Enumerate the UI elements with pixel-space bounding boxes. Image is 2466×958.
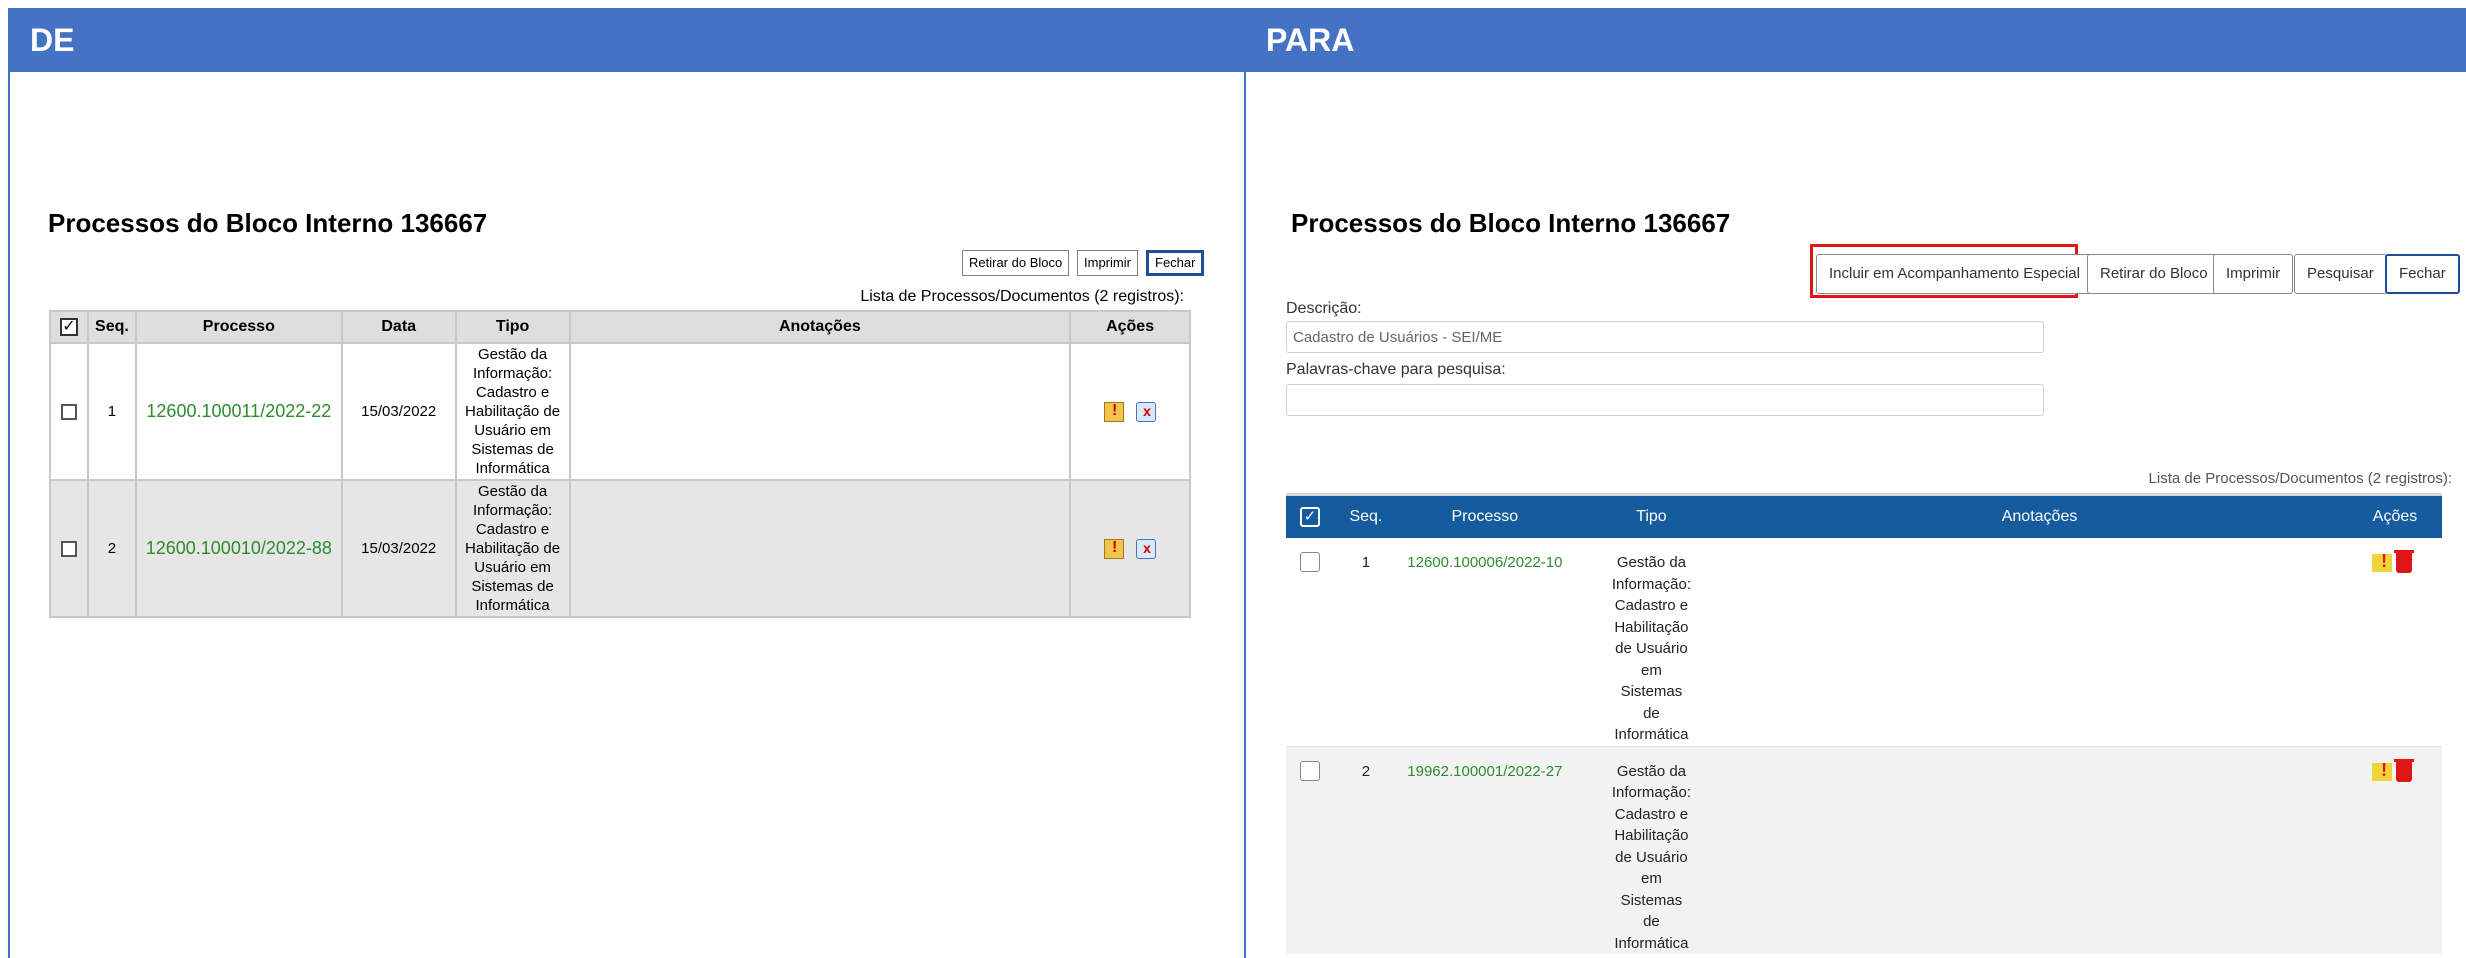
col-tipo: Tipo [1571,493,1732,538]
imprimir-button[interactable]: Imprimir [2213,254,2294,294]
row-data: 15/03/2022 [340,479,457,618]
remove-from-block-icon[interactable] [1136,538,1157,559]
retirar-do-bloco-button[interactable]: Retirar do Bloco [962,250,1070,276]
retirar-do-bloco-button[interactable]: Retirar do Bloco [2087,254,2221,294]
row-select-cell [49,342,89,481]
col-processo: Processo [1397,493,1572,538]
panel-after: PARA Processos do Bloco Interno 136667 I… [1246,8,2466,958]
row-acoes [1069,479,1191,618]
process-table: ✓ Seq. Processo Data Tipo Anotações Açõe… [49,310,1191,618]
imprimir-button[interactable]: Imprimir [1077,250,1138,276]
fechar-button[interactable]: Fechar [1146,250,1205,276]
col-acoes: Ações [2348,493,2442,538]
process-table: ✓ Seq. Processo Tipo Anotações Ações 1 1… [1286,493,2442,954]
palavras-chave-field[interactable] [1286,384,2044,416]
row-tipo: Gestão da Informação: Cadastro e Habilit… [1571,538,1732,747]
row-seq: 2 [1333,746,1398,954]
col-seq: Seq. [86,310,137,344]
row-anotacoes [568,342,1072,481]
select-all-header[interactable]: ✓ [49,310,89,344]
fechar-button[interactable]: Fechar [2385,254,2460,294]
trash-icon[interactable] [2394,550,2415,574]
col-seq: Seq. [1333,493,1398,538]
row-seq: 2 [86,479,137,618]
select-all-header[interactable]: ✓ [1286,493,1334,538]
annotation-icon[interactable] [1103,538,1124,559]
annotation-icon[interactable] [2372,760,2393,781]
col-processo: Processo [134,310,343,344]
row-tipo: Gestão da Informação: Cadastro e Habilit… [1571,746,1732,954]
row-tipo: Gestão da Informação: Cadastro e Habilit… [454,479,571,618]
processo-link[interactable]: 19962.100001/2022-27 [1397,746,1572,954]
panel-before: DE Processos do Bloco Interno 136667 Ret… [8,8,1246,958]
col-anotacoes: Anotações [568,310,1072,344]
row-anotacoes [1731,746,2349,954]
table-header-row: ✓ Seq. Processo Data Tipo Anotações Açõe… [49,310,1191,344]
row-acoes [2348,538,2442,747]
row-checkbox[interactable] [1299,552,1320,572]
select-all-checkbox[interactable]: ✓ [59,317,78,336]
col-anotacoes: Anotações [1731,493,2349,538]
annotation-icon[interactable] [1103,401,1124,422]
page-title: Processos do Bloco Interno 136667 [48,208,488,238]
row-anotacoes [1731,538,2349,747]
remove-from-block-icon[interactable] [1136,401,1157,422]
row-checkbox[interactable] [60,404,77,421]
list-caption: Lista de Processos/Documentos (2 registr… [860,288,1184,305]
table-row: 1 12600.100006/2022-10 Gestão da Informa… [1286,538,2442,747]
row-seq: 1 [86,342,137,481]
panel-header-para: PARA [1246,8,2466,72]
processo-link[interactable]: 12600.100011/2022-22 [134,342,343,481]
row-data: 15/03/2022 [340,342,457,481]
trash-icon[interactable] [2394,758,2415,782]
select-all-checkbox[interactable]: ✓ [1299,507,1320,527]
palavras-chave-label: Palavras-chave para pesquisa: [1286,361,1506,378]
descricao-field[interactable] [1286,321,2044,353]
row-anotacoes [568,479,1072,618]
page-title: Processos do Bloco Interno 136667 [1291,208,1731,238]
annotation-icon[interactable] [2372,551,2393,573]
row-checkbox[interactable] [1299,760,1320,781]
row-select-cell [49,479,89,618]
incluir-acompanhamento-especial-button[interactable]: Incluir em Acompanhamento Especial [1816,254,2093,294]
processo-link[interactable]: 12600.100010/2022-88 [134,479,343,618]
table-row: 2 12600.100010/2022-88 15/03/2022 Gestão… [49,479,1191,618]
table-row: 2 19962.100001/2022-27 Gestão da Informa… [1286,746,2442,954]
row-select-cell [1286,746,1334,954]
col-data: Data [340,310,457,344]
row-select-cell [1286,538,1334,747]
col-acoes: Ações [1069,310,1191,344]
row-acoes [1069,342,1191,481]
table-header-row: ✓ Seq. Processo Tipo Anotações Ações [1286,493,2442,538]
row-acoes [2348,746,2442,954]
panel-header-de: DE [10,8,1244,72]
col-tipo: Tipo [454,310,571,344]
row-tipo: Gestão da Informação: Cadastro e Habilit… [454,342,571,481]
processo-link[interactable]: 12600.100006/2022-10 [1397,538,1572,747]
pesquisar-button[interactable]: Pesquisar [2294,254,2387,294]
table-row: 1 12600.100011/2022-22 15/03/2022 Gestão… [49,342,1191,481]
list-caption: Lista de Processos/Documentos (2 registr… [2148,470,2452,487]
descricao-label: Descrição: [1286,300,1362,317]
row-seq: 1 [1333,538,1398,747]
row-checkbox[interactable] [60,541,77,558]
